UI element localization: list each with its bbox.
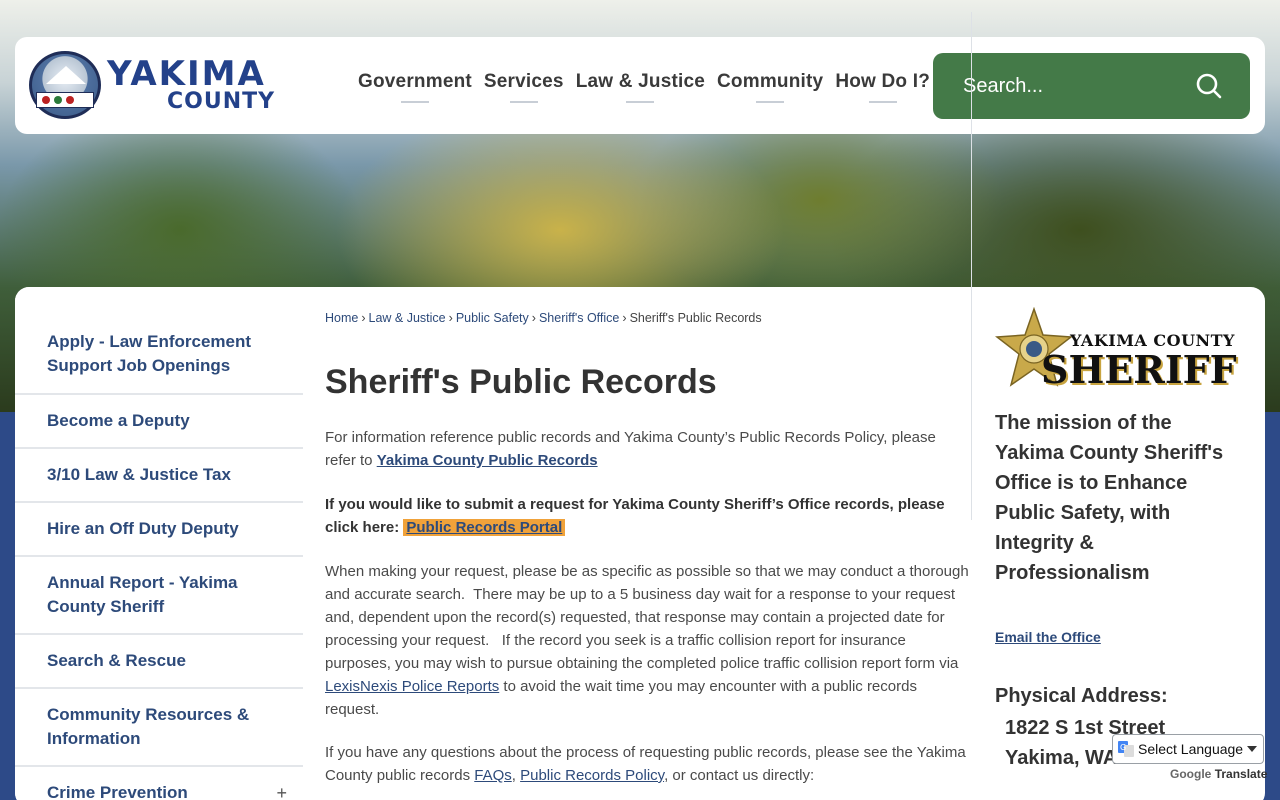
- sidebar-item-become-deputy[interactable]: Become a Deputy: [15, 395, 303, 449]
- lexisnexis-link[interactable]: LexisNexis Police Reports: [325, 678, 499, 695]
- county-public-records-link[interactable]: Yakima County Public Records: [377, 452, 598, 469]
- sidebar-item-crime-prevention[interactable]: Crime Prevention +: [15, 767, 303, 800]
- mission-statement: The mission of the Yakima County Sheriff…: [995, 412, 1224, 584]
- public-records-portal-link[interactable]: Public Records Portal: [403, 519, 566, 536]
- county-seal-icon: [29, 51, 101, 119]
- logo-wordmark: YAKIMA COUNTY: [107, 57, 275, 113]
- search-icon[interactable]: [1196, 73, 1222, 99]
- email-office-link[interactable]: Email the Office: [995, 629, 1101, 645]
- sidebar-item-label: Crime Prevention: [47, 783, 188, 800]
- breadcrumb-law-justice[interactable]: Law & Justice: [369, 311, 446, 325]
- google-translate-icon: G: [1118, 741, 1134, 757]
- process-paragraph: When making your request, please be as s…: [325, 563, 969, 718]
- request-paragraph: If you would like to submit a request fo…: [325, 496, 945, 536]
- county-logo[interactable]: YAKIMA COUNTY: [29, 51, 275, 119]
- svg-text:G: G: [1120, 743, 1126, 752]
- language-select[interactable]: G Select Language: [1112, 734, 1264, 764]
- sidebar-item-law-justice-tax[interactable]: 3/10 Law & Justice Tax: [15, 449, 303, 503]
- nav-how-do-i[interactable]: How Do I?: [835, 71, 930, 103]
- google-brand: Google: [1170, 767, 1212, 781]
- sheriff-logo: YAKIMA COUNTY SHERIFF: [995, 307, 1237, 397]
- nav-government[interactable]: Government: [358, 71, 472, 103]
- breadcrumb: Home › Law & Justice › Public Safety › Sheriff…: [325, 311, 762, 325]
- language-select-label: Select Language: [1138, 741, 1244, 757]
- site-header: YAKIMA COUNTY Government Services Law & …: [15, 37, 1265, 134]
- sidebar-item-apply-law-enforcement[interactable]: Apply - Law Enforcement Support Job Open…: [15, 287, 303, 395]
- sidebar-item-community-resources[interactable]: Community Resources & Information: [15, 689, 303, 767]
- page-title: Sheriff's Public Records: [325, 363, 717, 401]
- search-input[interactable]: [963, 74, 1183, 98]
- nav-community[interactable]: Community: [717, 71, 823, 103]
- breadcrumb-public-safety[interactable]: Public Safety: [456, 311, 529, 325]
- sidebar: Apply - Law Enforcement Support Job Open…: [15, 287, 303, 800]
- translate-text: Translate: [1214, 767, 1268, 781]
- chevron-down-icon: [1247, 746, 1257, 752]
- address-label: Physical Address:: [995, 685, 1168, 707]
- public-records-policy-link[interactable]: Public Records Policy: [520, 767, 664, 784]
- right-sidebar: YAKIMA COUNTY SHERIFF The mission of the…: [995, 287, 1237, 800]
- intro-paragraph: For information reference public records…: [325, 429, 936, 469]
- main-content: Home › Law & Justice › Public Safety › Sheriff…: [325, 287, 980, 800]
- questions-paragraph: If you have any questions about the proc…: [325, 744, 966, 784]
- faqs-link[interactable]: FAQs: [474, 767, 512, 784]
- sheriff-logo-line-2: SHERIFF: [1041, 347, 1237, 392]
- nav-services[interactable]: Services: [484, 71, 564, 103]
- logo-line-2: COUNTY: [167, 89, 276, 114]
- sidebar-item-search-rescue[interactable]: Search & Rescue: [15, 635, 303, 689]
- breadcrumb-sheriffs-office[interactable]: Sheriff's Office: [539, 311, 619, 325]
- nav-law-justice[interactable]: Law & Justice: [576, 71, 705, 103]
- search-box: [933, 53, 1250, 119]
- sidebar-item-annual-report[interactable]: Annual Report - Yakima County Sheriff: [15, 557, 303, 635]
- breadcrumb-current: Sheriff's Public Records: [629, 311, 762, 325]
- logo-line-1: YAKIMA: [107, 54, 266, 94]
- powered-by-translate[interactable]: Google Translate: [1170, 767, 1267, 781]
- breadcrumb-home[interactable]: Home: [325, 311, 358, 325]
- main-nav: Government Services Law & Justice Commun…: [358, 71, 942, 103]
- sidebar-item-hire-off-duty-deputy[interactable]: Hire an Off Duty Deputy: [15, 503, 303, 557]
- column-divider: [971, 12, 972, 520]
- expand-icon[interactable]: +: [276, 781, 287, 800]
